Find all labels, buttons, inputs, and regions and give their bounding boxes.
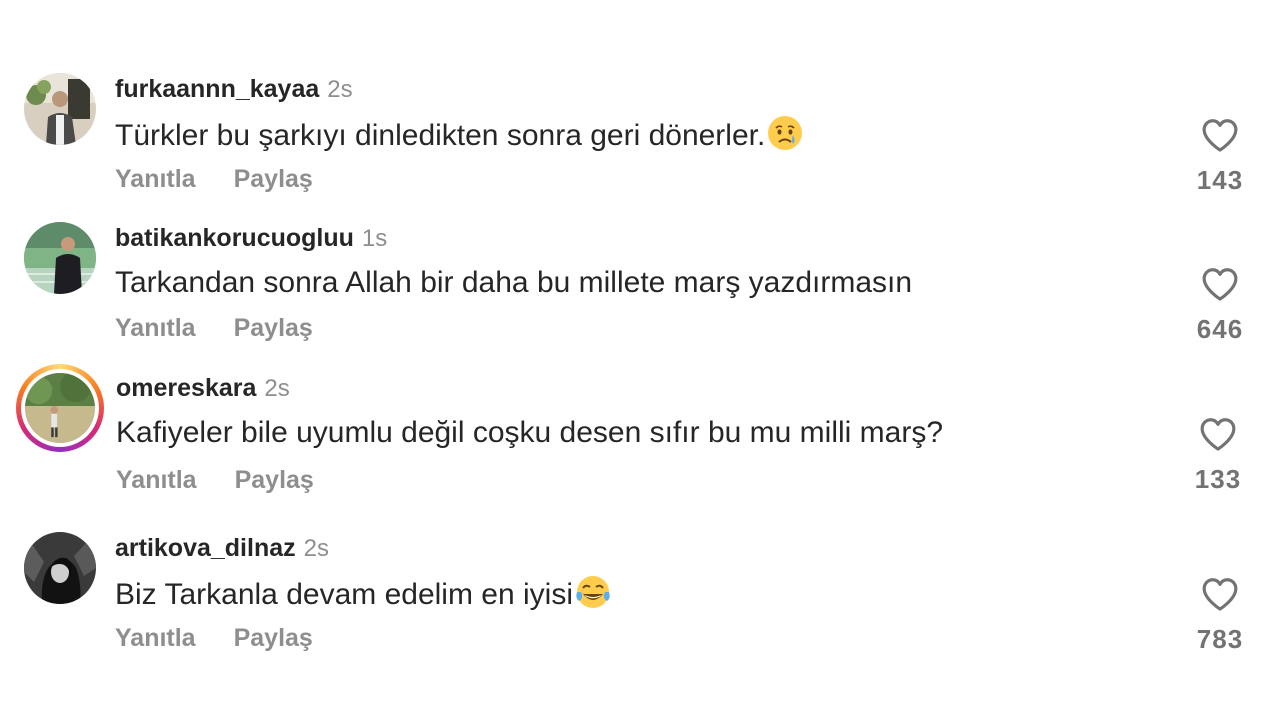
comment-username[interactable]: batikankorucuogluu [115, 224, 354, 252]
heart-icon[interactable] [1201, 266, 1239, 302]
reply-button[interactable]: Yanıtla [115, 624, 196, 652]
comment-item: artikova_dilnaz 2s Biz Tarkanla devam ede… [0, 532, 1280, 662]
comment-actions: Yanıtla Paylaş [116, 466, 314, 495]
comment-timestamp: 2s [327, 76, 353, 103]
user-avatar[interactable] [24, 532, 96, 604]
crying-face-emoji-icon [768, 116, 803, 150]
comment-timestamp: 2s [264, 375, 290, 402]
comment-item: omereskara 2s Kafiyeler bile uyumlu değil… [0, 364, 1280, 502]
like-count: 646 [1196, 314, 1244, 344]
like-area: 783 [1188, 576, 1252, 655]
avatar-photo [24, 532, 96, 604]
comment-header: batikankorucuogluu 1s [115, 222, 387, 255]
share-button[interactable]: Paylaş [234, 624, 313, 652]
comment-text-body: Kafiyeler bile uyumlu değil coşku desen … [116, 416, 944, 449]
comment-header: omereskara 2s [116, 372, 290, 405]
user-avatar-story-ring[interactable] [16, 364, 104, 452]
avatar-photo [25, 373, 95, 443]
share-button[interactable]: Paylaş [234, 314, 313, 342]
avatar-photo [24, 222, 96, 294]
comment-text: Kafiyeler bile uyumlu değil coşku desen … [116, 414, 943, 452]
comment-actions: Yanıtla Paylaş [115, 165, 313, 194]
heart-icon[interactable] [1201, 576, 1239, 612]
comment-header: furkaannn_kayaa 2s [115, 73, 353, 106]
share-button[interactable]: Paylaş [234, 165, 313, 193]
comment-text: Tarkandan sonra Allah bir daha bu millet… [115, 264, 912, 302]
heart-icon[interactable] [1199, 416, 1237, 452]
tears-of-joy-emoji-icon [576, 576, 610, 608]
user-avatar[interactable] [24, 73, 96, 145]
like-area: 143 [1188, 117, 1252, 196]
comment-username[interactable]: furkaannn_kayaa [115, 75, 319, 103]
like-area: 646 [1188, 266, 1252, 345]
like-area: 133 [1186, 416, 1250, 495]
comment-username[interactable]: artikova_dilnaz [115, 534, 296, 562]
reply-button[interactable]: Yanıtla [115, 314, 196, 342]
comment-text: Biz Tarkanla devam edelim en iyisi [115, 574, 611, 614]
comment-text-body: Türkler bu şarkıyı dinledikten sonra ger… [115, 119, 766, 152]
comment-header: artikova_dilnaz 2s [115, 532, 329, 565]
user-avatar[interactable] [24, 222, 96, 294]
comment-actions: Yanıtla Paylaş [115, 314, 313, 343]
like-count: 133 [1194, 464, 1242, 494]
like-count: 783 [1196, 624, 1244, 654]
heart-icon[interactable] [1201, 117, 1239, 153]
comment-timestamp: 1s [361, 225, 388, 252]
comment-text: Türkler bu şarkıyı dinledikten sonra ger… [115, 115, 803, 155]
share-button[interactable]: Paylaş [235, 466, 314, 494]
reply-button[interactable]: Yanıtla [116, 466, 197, 494]
comment-timestamp: 2s [303, 535, 329, 562]
comments-list: furkaannn_kayaa 2s Türkler bu şarkıyı din… [0, 0, 1280, 720]
avatar-photo [24, 73, 96, 145]
reply-button[interactable]: Yanıtla [115, 165, 196, 193]
comment-item: furkaannn_kayaa 2s Türkler bu şarkıyı din… [0, 73, 1280, 203]
comment-item: batikankorucuogluu 1s Tarkandan sonra All… [0, 222, 1280, 352]
comment-text-body: Biz Tarkanla devam edelim en iyisi [115, 578, 573, 611]
comment-actions: Yanıtla Paylaş [115, 624, 313, 653]
comment-text-body: Tarkandan sonra Allah bir daha bu millet… [115, 266, 913, 299]
comment-username[interactable]: omereskara [116, 374, 256, 402]
like-count: 143 [1196, 165, 1244, 195]
